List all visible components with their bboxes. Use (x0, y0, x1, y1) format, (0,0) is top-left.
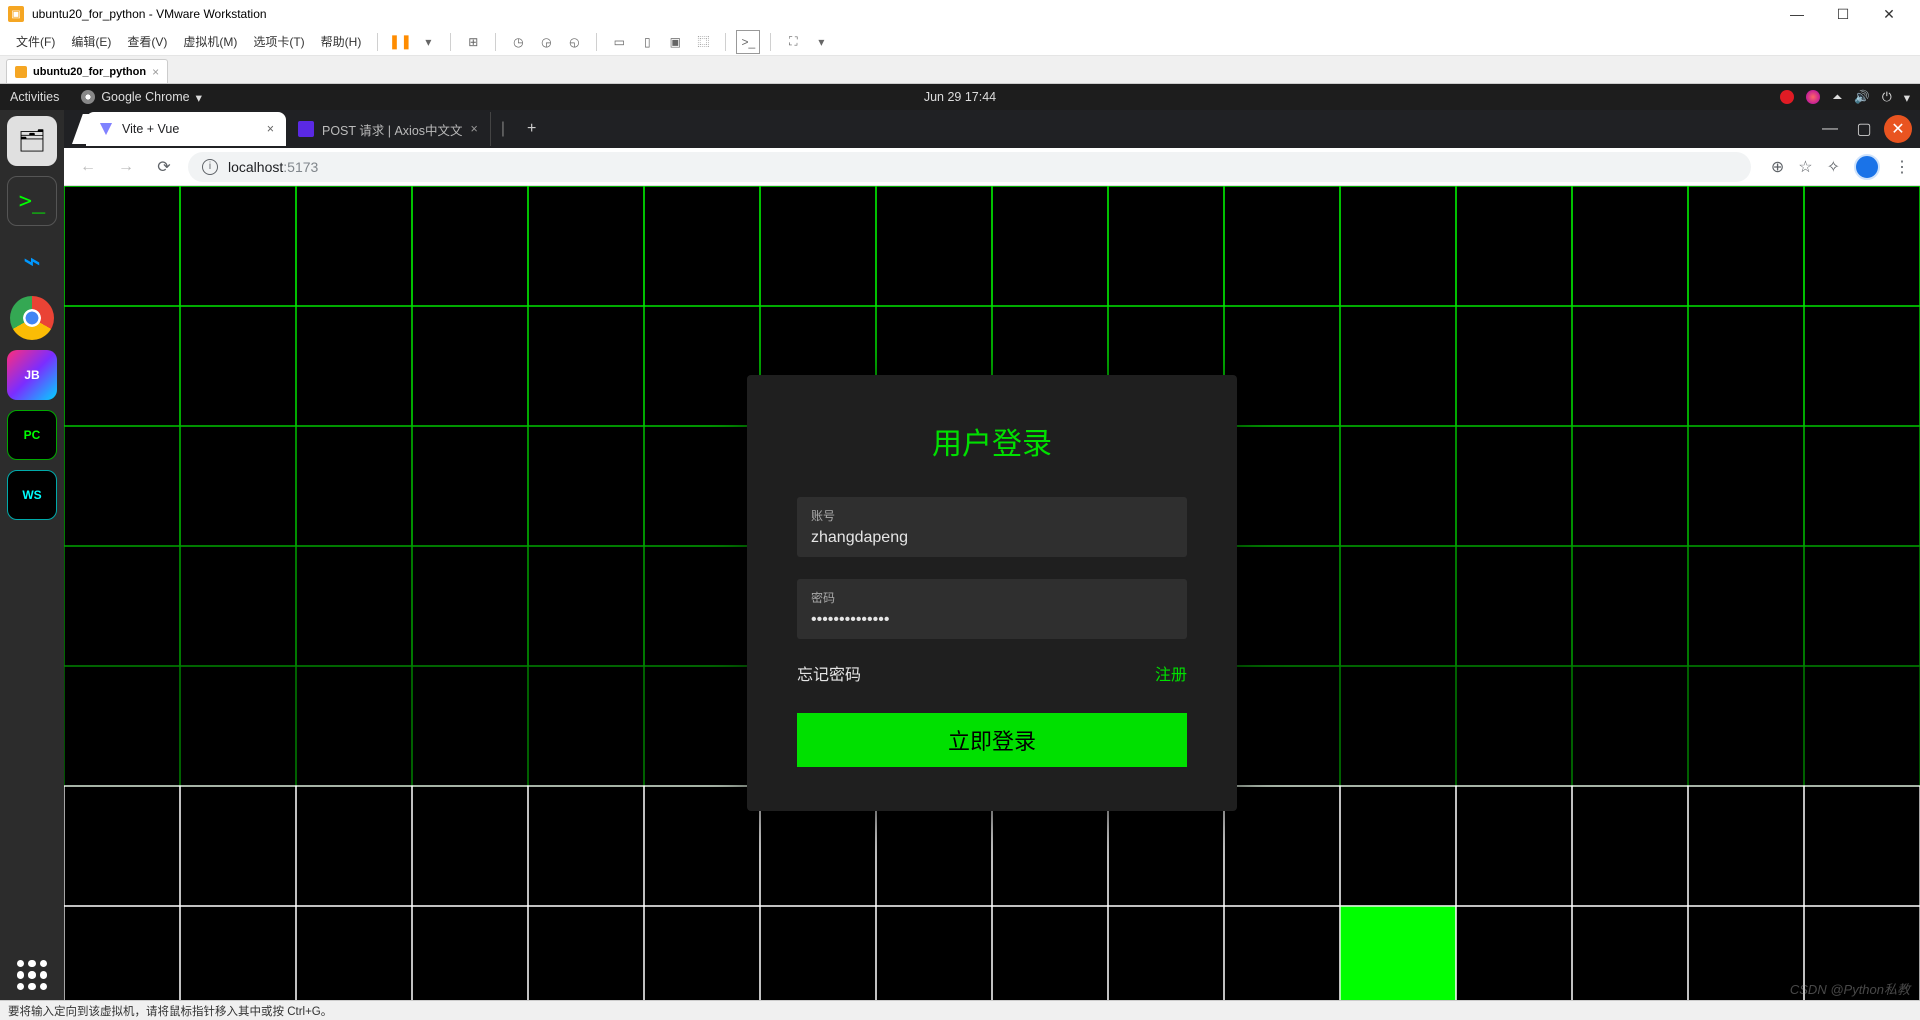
chrome-icon (81, 90, 95, 104)
chrome-menu-button[interactable]: ⋮ (1894, 157, 1910, 177)
menu-help[interactable]: 帮助(H) (315, 29, 368, 54)
send-ctrl-alt-del-button[interactable]: ⊞ (461, 30, 485, 54)
snapshot-button[interactable]: ◷ (506, 30, 530, 54)
menu-vm[interactable]: 虚拟机(M) (177, 29, 243, 54)
chrome-maximize-button[interactable]: ▢ (1850, 115, 1878, 143)
dock-show-apps-button[interactable] (17, 960, 47, 990)
watermark-text: CSDN @Python私教 (1790, 979, 1910, 998)
dock-webstorm-icon[interactable]: WS (7, 470, 57, 520)
vmware-logo-icon: ▣ (8, 6, 24, 22)
browser-tab-active[interactable]: Vite + Vue × (86, 112, 286, 146)
chrome-window: Vite + Vue × POST 请求 | Axios中文文 × | + — … (64, 110, 1920, 1000)
nav-forward-button[interactable]: → (112, 158, 140, 176)
notification-dot-icon (1780, 90, 1794, 104)
view-split-button[interactable]: ▯ (635, 30, 659, 54)
vmware-menubar: 文件(F) 编辑(E) 查看(V) 虚拟机(M) 选项卡(T) 帮助(H) ❚❚… (0, 28, 1920, 56)
dock-terminal-icon[interactable]: >_ (7, 176, 57, 226)
vm-dropdown-button[interactable]: ▾ (416, 30, 440, 54)
revert-snapshot-button[interactable]: ◶ (534, 30, 558, 54)
new-tab-button[interactable]: + (515, 120, 548, 138)
chrome-toolbar: ← → ⟳ i localhost:5173 ⊕ ☆ ✧ ⋮ (64, 148, 1920, 186)
menu-edit[interactable]: 编辑(E) (65, 29, 117, 54)
url-host: localhost (228, 159, 283, 175)
username-field[interactable]: 账号 (797, 497, 1187, 557)
network-icon: ⏶ (1832, 90, 1842, 105)
stretch-button[interactable]: ⛶ (781, 30, 805, 54)
login-card: 用户登录 账号 密码 忘记密码 注册 立即登录 (747, 375, 1237, 811)
vite-favicon-icon (98, 121, 114, 137)
vmware-statusbar: 要将输入定向到该虚拟机，请将鼠标指针移入其中或按 Ctrl+G。 (0, 1000, 1920, 1020)
password-field[interactable]: 密码 (797, 579, 1187, 639)
activities-button[interactable]: Activities (10, 90, 59, 104)
tab-close-button[interactable]: × (471, 122, 478, 136)
dock-files-icon[interactable]: 🗂 (7, 116, 57, 166)
clock-label[interactable]: Jun 29 17:44 (924, 90, 996, 104)
view-single-button[interactable]: ▭ (607, 30, 631, 54)
menu-file[interactable]: 文件(F) (10, 29, 61, 54)
ubuntu-topbar: Activities Google Chrome ▾ Jun 29 17:44 … (0, 84, 1920, 110)
chrome-tabstrip: Vite + Vue × POST 请求 | Axios中文文 × | + — … (64, 110, 1920, 148)
chrome-minimize-button[interactable]: — (1816, 115, 1844, 143)
app-menu-button[interactable]: Google Chrome ▾ (81, 90, 202, 105)
password-label: 密码 (811, 589, 1173, 606)
nav-back-button[interactable]: ← (74, 158, 102, 176)
menu-view[interactable]: 查看(V) (121, 29, 173, 54)
password-input[interactable] (811, 611, 1173, 629)
pause-vm-button[interactable]: ❚❚ (388, 30, 412, 54)
address-bar[interactable]: i localhost:5173 (188, 152, 1751, 182)
tab-title: POST 请求 | Axios中文文 (322, 120, 463, 139)
fullscreen-button[interactable]: >_ (736, 30, 760, 54)
vmware-titlebar: ▣ ubuntu20_for_python - VMware Workstati… (0, 0, 1920, 28)
username-input[interactable] (811, 529, 1173, 547)
app-menu-label: Google Chrome (101, 90, 189, 104)
power-icon: ⏻ (1882, 90, 1892, 105)
vmware-vm-tab[interactable]: ubuntu20_for_python × (6, 59, 168, 83)
app-indicator-icon (1806, 90, 1820, 104)
vmware-status-text: 要将输入定向到该虚拟机，请将鼠标指针移入其中或按 Ctrl+G。 (8, 1003, 332, 1019)
username-label: 账号 (811, 507, 1173, 524)
dock-chrome-icon[interactable] (10, 296, 54, 340)
bookmark-icon[interactable]: ☆ (1798, 157, 1812, 177)
profile-avatar-button[interactable] (1854, 154, 1880, 180)
menu-tabs[interactable]: 选项卡(T) (247, 29, 310, 54)
chevron-down-icon: ▾ (1904, 90, 1910, 105)
view-console-button[interactable]: ⿴ (691, 30, 715, 54)
site-info-icon[interactable]: i (202, 159, 218, 175)
tab-close-button[interactable]: × (267, 122, 274, 136)
forgot-password-link[interactable]: 忘记密码 (797, 661, 861, 685)
window-close-button[interactable]: ✕ (1866, 0, 1912, 28)
vm-tab-icon (15, 66, 27, 78)
dock-pycharm-icon[interactable]: PC (7, 410, 57, 460)
vmware-window-title: ubuntu20_for_python - VMware Workstation (32, 7, 267, 21)
submit-login-button[interactable]: 立即登录 (797, 713, 1187, 767)
zoom-icon[interactable]: ⊕ (1771, 157, 1784, 177)
view-unity-button[interactable]: ▣ (663, 30, 687, 54)
vm-tab-label: ubuntu20_for_python (33, 66, 146, 78)
manage-snapshot-button[interactable]: ◵ (562, 30, 586, 54)
extensions-icon[interactable]: ✧ (1827, 157, 1840, 177)
axios-favicon-icon (298, 121, 314, 137)
stretch-dropdown-button[interactable]: ▾ (809, 30, 833, 54)
ubuntu-dock: 🗂 >_ ⌁ JB PC WS (0, 110, 64, 1000)
chrome-close-button[interactable]: ✕ (1884, 115, 1912, 143)
chevron-down-icon: ▾ (196, 90, 202, 105)
register-link[interactable]: 注册 (1155, 661, 1187, 685)
window-maximize-button[interactable]: ☐ (1820, 0, 1866, 28)
window-minimize-button[interactable]: — (1774, 0, 1820, 28)
page-viewport: 用户登录 账号 密码 忘记密码 注册 立即登录 (64, 186, 1920, 1000)
volume-icon: 🔊 (1854, 90, 1870, 105)
tab-title: Vite + Vue (122, 122, 179, 136)
system-tray[interactable]: ⏶ 🔊 ⏻ ▾ (1780, 90, 1910, 105)
login-title: 用户登录 (797, 419, 1187, 463)
nav-reload-button[interactable]: ⟳ (150, 157, 178, 177)
dock-jetbrains-icon[interactable]: JB (7, 350, 57, 400)
dock-vscode-icon[interactable]: ⌁ (7, 236, 57, 286)
url-port: :5173 (283, 159, 318, 175)
vm-tab-close-button[interactable]: × (152, 65, 159, 79)
browser-tab[interactable]: POST 请求 | Axios中文文 × (286, 112, 491, 146)
vmware-tabbar: ubuntu20_for_python × (0, 56, 1920, 84)
